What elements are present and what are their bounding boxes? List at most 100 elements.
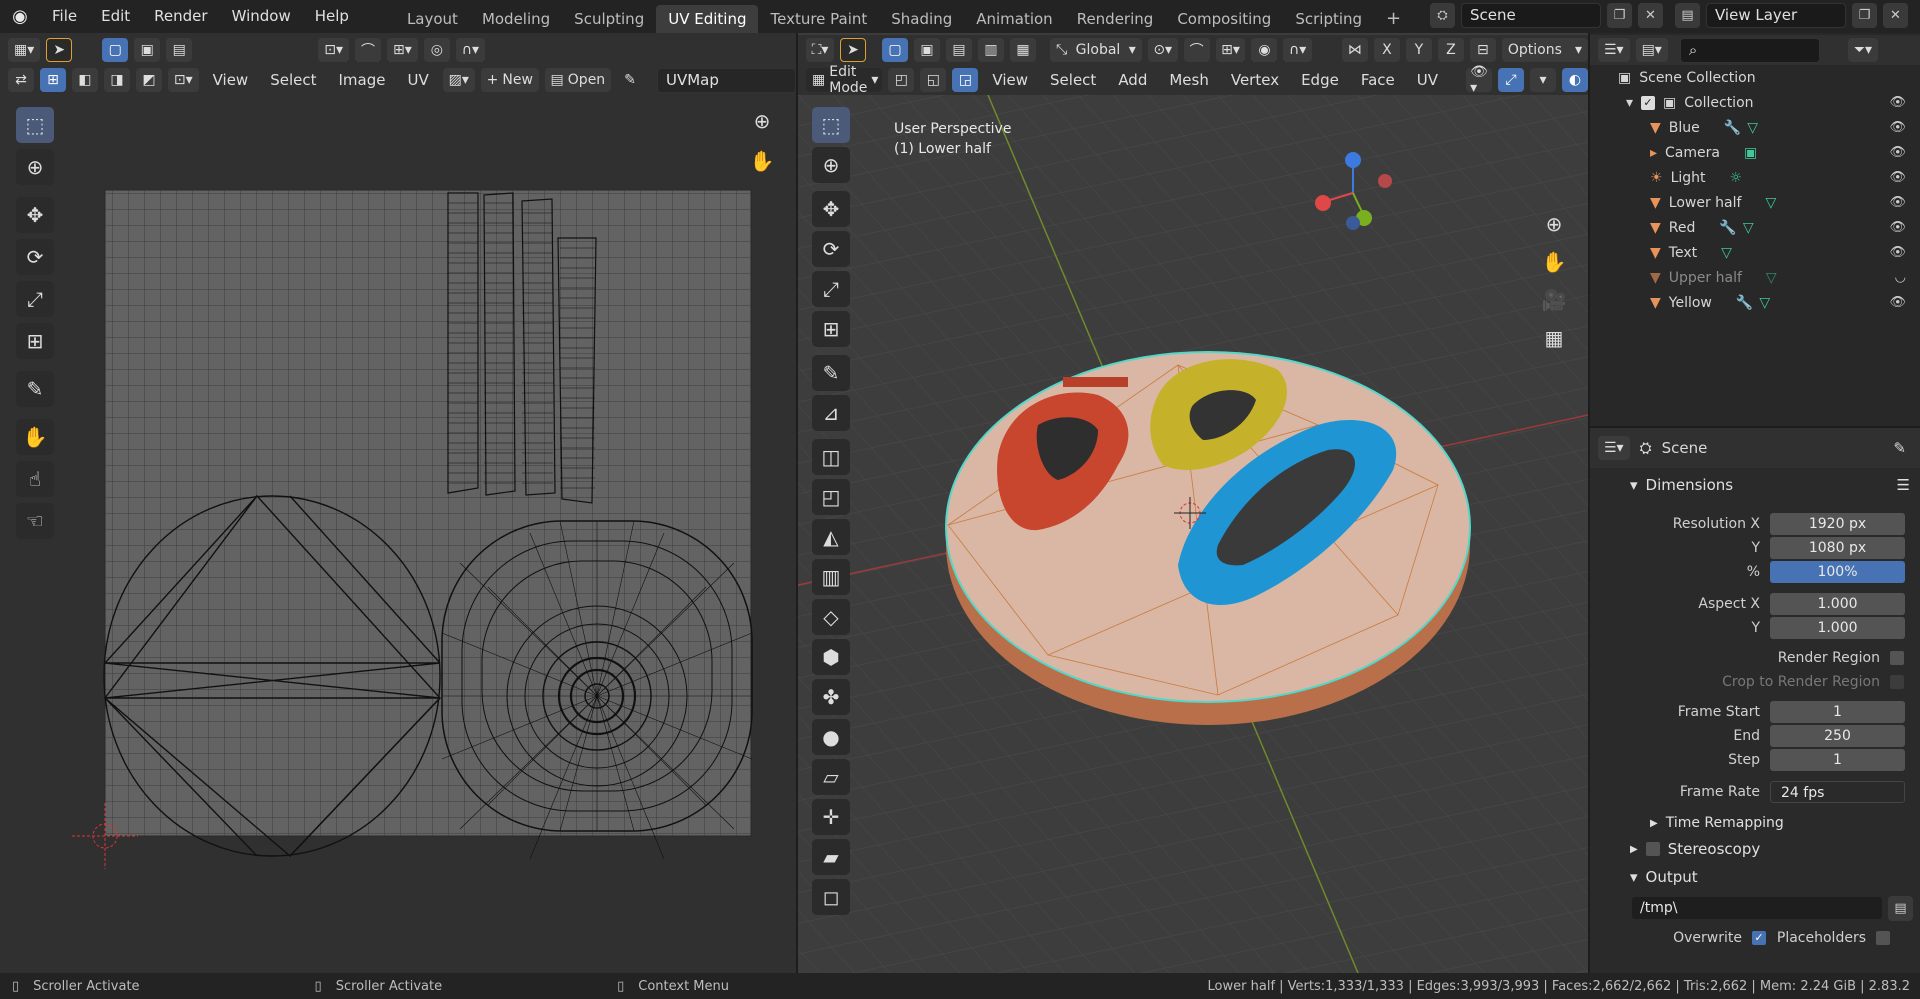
hidden-eye-icon[interactable]: ◡ — [1895, 270, 1906, 285]
vp-pan-icon[interactable]: ✋ — [1539, 247, 1569, 277]
axis-y-toggle[interactable]: Y — [1405, 38, 1432, 62]
pivot-point-icon[interactable]: ⊙▾ — [1147, 38, 1178, 62]
menu-help[interactable]: Help — [303, 0, 361, 33]
bevel-icon[interactable]: ◭ — [812, 519, 850, 555]
resolution-y-field[interactable]: 1080 px — [1770, 537, 1905, 559]
visibility-eye-icon[interactable]: 👁 — [1889, 195, 1906, 210]
outliner-collection[interactable]: ▾ ✓ ▣ Collection 👁 — [1590, 90, 1920, 115]
camera-view-icon[interactable]: 🎥 — [1539, 285, 1569, 315]
proportional-edit-icon[interactable]: ◉ — [1251, 38, 1278, 62]
shrink-icon[interactable]: ✛ — [812, 799, 850, 835]
vp-move-icon[interactable]: ✥ — [812, 191, 850, 227]
shear-icon[interactable]: ▰ — [812, 839, 850, 875]
overwrite-checkbox[interactable]: ✓ — [1752, 931, 1766, 945]
mirror-icon[interactable]: ⋈ — [1341, 38, 1368, 62]
vp-menu-vertex[interactable]: Vertex — [1223, 71, 1287, 89]
inset-icon[interactable]: ◰ — [812, 479, 850, 515]
auto-merge-icon[interactable]: ⊟ — [1469, 38, 1496, 62]
scene-icon[interactable]: ⛭ — [1430, 3, 1455, 28]
viewport-mode-new-icon[interactable]: ▢ — [881, 38, 908, 62]
tab-modeling[interactable]: Modeling — [470, 5, 562, 33]
frame-start-field[interactable]: 1 — [1770, 701, 1905, 723]
tab-shading[interactable]: Shading — [879, 5, 964, 33]
visibility-eye-icon[interactable]: 👁 — [1889, 245, 1906, 260]
gizmo-dropdown-icon[interactable]: ▾ — [1530, 68, 1556, 92]
stereoscopy-checkbox[interactable] — [1645, 842, 1660, 856]
vp-measure-icon[interactable]: ⊿ — [812, 395, 850, 431]
add-workspace-icon[interactable]: + — [1374, 5, 1413, 33]
frame-step-field[interactable]: 1 — [1770, 749, 1905, 771]
visibility-eye-icon[interactable]: 👁 — [1889, 295, 1906, 310]
spin-icon[interactable]: ✤ — [812, 679, 850, 715]
tab-animation[interactable]: Animation — [964, 5, 1064, 33]
crop-checkbox[interactable] — [1890, 675, 1904, 689]
vp-menu-mesh[interactable]: Mesh — [1161, 71, 1217, 89]
scene-field[interactable]: Scene — [1461, 3, 1601, 28]
placeholders-checkbox[interactable] — [1876, 931, 1890, 945]
viewport-mode-invert-icon[interactable]: ▥ — [977, 38, 1004, 62]
vp-menu-select[interactable]: Select — [1042, 71, 1104, 89]
outliner-scene-collection[interactable]: ▣ Scene Collection — [1590, 65, 1920, 90]
visibility-eye-icon[interactable]: 👁 — [1889, 170, 1906, 185]
outliner-item-upper-half[interactable]: ▼ Upper half ▽ ◡ — [1590, 265, 1920, 290]
menu-render[interactable]: Render — [142, 0, 219, 33]
frame-end-field[interactable]: 250 — [1770, 725, 1905, 747]
menu-edit[interactable]: Edit — [89, 0, 142, 33]
aspect-x-field[interactable]: 1.000 — [1770, 593, 1905, 615]
gizmo-icon[interactable]: ⤢ — [1498, 68, 1524, 92]
copy-layer-icon[interactable]: ❐ — [1852, 3, 1877, 28]
outliner-type-icon[interactable]: ☰▾ — [1598, 38, 1630, 62]
ortho-toggle-icon[interactable]: ▦ — [1539, 323, 1569, 353]
checkbox-icon[interactable]: ✓ — [1641, 95, 1656, 110]
outliner-item-yellow[interactable]: ▼ Yellow 🔧 ▽ 👁 — [1590, 290, 1920, 315]
smooth-icon[interactable]: ● — [812, 719, 850, 755]
vp-select-box-icon[interactable]: ⬚ — [812, 107, 850, 143]
edge-slide-icon[interactable]: ▱ — [812, 759, 850, 795]
close-layer-icon[interactable]: ✕ — [1883, 3, 1908, 28]
visibility-eye-icon[interactable]: 👁 — [1889, 95, 1906, 110]
resolution-percent-field[interactable]: 100% — [1770, 561, 1905, 583]
visibility-icon[interactable]: 👁▾ — [1466, 64, 1492, 96]
viewport-scene[interactable] — [798, 95, 1588, 973]
view-layer-field[interactable]: View Layer — [1706, 3, 1846, 28]
axis-z-toggle[interactable]: Z — [1437, 38, 1464, 62]
vp-cursor-icon[interactable]: ⊕ — [812, 147, 850, 183]
output-section[interactable]: ▾ Output — [1630, 864, 1910, 890]
folder-browse-icon[interactable]: ▤ — [1888, 895, 1913, 921]
tab-layout[interactable]: Layout — [395, 5, 470, 33]
outliner-item-text[interactable]: ▼ Text ▽ 👁 — [1590, 240, 1920, 265]
tab-scripting[interactable]: Scripting — [1283, 5, 1374, 33]
outliner-item-light[interactable]: ☀ Light ☼ 👁 — [1590, 165, 1920, 190]
outliner-item-red[interactable]: ▼ Red 🔧 ▽ 👁 — [1590, 215, 1920, 240]
blender-logo-icon[interactable]: ◉ — [0, 0, 40, 33]
vertex-mode-icon[interactable]: ◰ — [888, 68, 915, 92]
vp-transform-icon[interactable]: ⊞ — [812, 311, 850, 347]
loop-cut-icon[interactable]: ▥ — [812, 559, 850, 595]
viewport-select-tool-icon[interactable]: ➤ — [839, 38, 866, 62]
menu-file[interactable]: File — [40, 0, 89, 33]
time-remapping-section[interactable]: ▶ Time Remapping — [1650, 810, 1910, 836]
visibility-eye-icon[interactable]: 👁 — [1889, 220, 1906, 235]
overlay-icon[interactable]: ◐ — [1562, 68, 1588, 92]
filter-icon[interactable]: ⏷▾ — [1847, 38, 1879, 62]
vp-menu-uv[interactable]: UV — [1409, 71, 1446, 89]
tab-compositing[interactable]: Compositing — [1165, 5, 1283, 33]
outliner-item-camera[interactable]: ▸ Camera ▣ 👁 — [1590, 140, 1920, 165]
copy-scene-icon[interactable]: ❐ — [1607, 3, 1632, 28]
uv-canvas[interactable] — [0, 33, 796, 973]
viewport-mode-subtract-icon[interactable]: ▤ — [945, 38, 972, 62]
vp-menu-edge[interactable]: Edge — [1293, 71, 1347, 89]
extrude-icon[interactable]: ◫ — [812, 439, 850, 475]
viewport-editor-type-icon[interactable]: ⛶▾ — [806, 38, 834, 62]
visibility-eye-icon[interactable]: 👁 — [1889, 120, 1906, 135]
tab-sculpting[interactable]: Sculpting — [562, 5, 656, 33]
display-mode-icon[interactable]: ▤▾ — [1635, 38, 1668, 62]
face-mode-icon[interactable]: ◲ — [952, 68, 979, 92]
tab-texture-paint[interactable]: Texture Paint — [758, 5, 879, 33]
aspect-y-field[interactable]: 1.000 — [1770, 617, 1905, 639]
viewport-mode-intersect-icon[interactable]: ▦ — [1009, 38, 1036, 62]
stereoscopy-section[interactable]: ▶ Stereoscopy — [1630, 836, 1910, 862]
visibility-eye-icon[interactable]: 👁 — [1889, 145, 1906, 160]
pin-icon[interactable]: ✎ — [1893, 439, 1906, 457]
close-scene-icon[interactable]: ✕ — [1638, 3, 1663, 28]
